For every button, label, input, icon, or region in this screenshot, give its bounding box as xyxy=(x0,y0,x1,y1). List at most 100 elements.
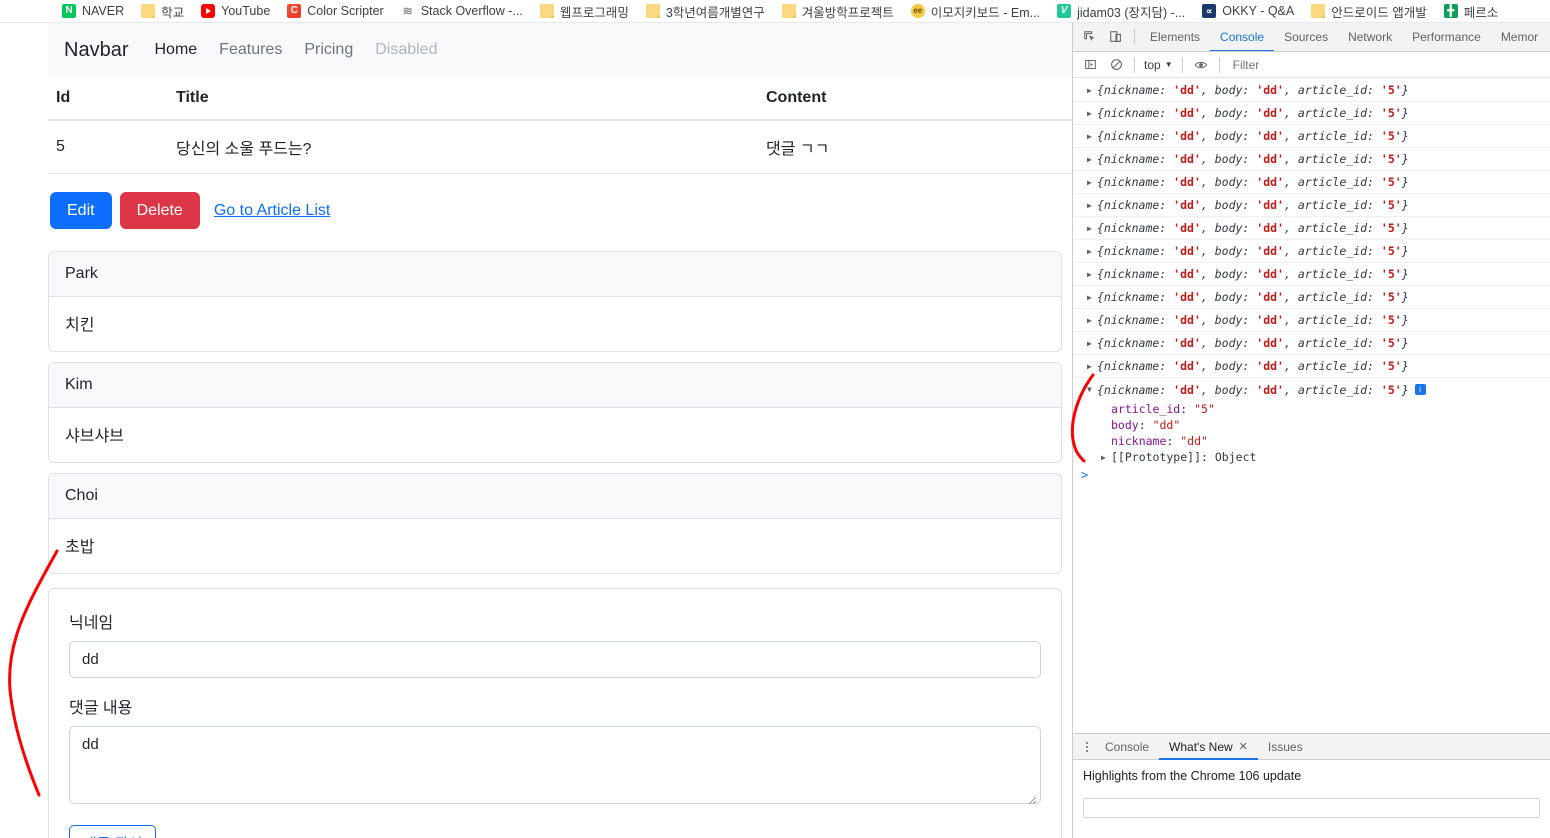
console-sidebar-icon[interactable] xyxy=(1077,52,1103,78)
stack-overflow-icon: ≋ xyxy=(400,4,415,18)
triangle-right-icon[interactable]: ▶ xyxy=(1087,132,1097,141)
bookmark-item-7[interactable]: 겨울방학프로젝트 xyxy=(781,2,894,21)
bookmark-item-8[interactable]: ee 이모지키보드 - Em... xyxy=(910,2,1041,21)
triangle-right-icon[interactable]: ▶ xyxy=(1087,247,1097,256)
cell-content: 댓글 ㄱㄱ xyxy=(758,120,1072,174)
submit-comment-button[interactable]: 댓글 작성 xyxy=(69,825,157,838)
delete-button[interactable]: Delete xyxy=(119,192,200,230)
bookmarks-bar: N NAVER 학교 YouTube C Color Scripter ≋ Stack Ove… xyxy=(0,0,1550,23)
tab-sources[interactable]: Sources xyxy=(1274,23,1338,51)
property-value: "5" xyxy=(1194,402,1215,416)
tab-memory[interactable]: Memor xyxy=(1491,23,1548,51)
bookmark-item-1[interactable]: 학교 xyxy=(141,2,184,21)
close-icon[interactable]: ✕ xyxy=(1239,740,1248,753)
object-prototype-row[interactable]: ▶ [[Prototype]]: Object xyxy=(1073,449,1550,465)
bookmark-item-2[interactable]: YouTube xyxy=(201,4,270,18)
inspect-element-icon[interactable] xyxy=(1077,24,1103,50)
nav-link-features[interactable]: Features xyxy=(219,41,282,59)
bookmark-label: 이모지키보드 - Em... xyxy=(930,5,1041,20)
triangle-down-icon[interactable]: ▼ xyxy=(1087,385,1097,394)
folder-icon xyxy=(645,4,660,18)
bookmark-item-5[interactable]: 웹프로그래밍 xyxy=(539,2,629,21)
prototype-label: [[Prototype]]: Object xyxy=(1111,450,1257,464)
triangle-right-icon[interactable]: ▶ xyxy=(1087,201,1097,210)
drawer-tab-issues[interactable]: Issues xyxy=(1258,734,1313,760)
live-expression-icon[interactable] xyxy=(1188,52,1214,78)
tab-elements[interactable]: Elements xyxy=(1140,23,1210,51)
console-log-row[interactable]: ▶ {nickname: 'dd', body: 'dd', article_id… xyxy=(1073,263,1550,286)
object-property-row: body : "dd" xyxy=(1111,418,1181,432)
drawer-tab-console[interactable]: Console xyxy=(1095,734,1159,760)
console-log-row[interactable]: ▶ {nickname: 'dd', body: 'dd', article_id… xyxy=(1073,102,1550,125)
console-object-preview: {nickname: 'dd', body: 'dd', article_id:… xyxy=(1097,175,1409,189)
triangle-right-icon[interactable]: ▶ xyxy=(1087,155,1097,164)
property-key: article_id xyxy=(1111,402,1181,416)
bookmark-item-10[interactable]: ∝ OKKY - Q&A xyxy=(1202,4,1294,18)
property-key: body xyxy=(1111,418,1139,432)
device-toolbar-icon[interactable] xyxy=(1103,24,1129,50)
triangle-right-icon[interactable]: ▶ xyxy=(1087,109,1097,118)
cell-title: 당신의 소울 푸드는? xyxy=(168,120,758,174)
comment-body-textarea[interactable]: dd xyxy=(69,726,1041,805)
console-log-row[interactable]: ▶ {nickname: 'dd', body: 'dd', article_id… xyxy=(1073,309,1550,332)
object-property-row: nickname : "dd" xyxy=(1111,434,1208,448)
toolbar-divider xyxy=(1181,56,1183,73)
bookmark-item-4[interactable]: ≋ Stack Overflow -... xyxy=(400,4,523,18)
bookmark-item-6[interactable]: 3학년여름개별연구 xyxy=(645,2,765,21)
comment-body: 샤브샤브 xyxy=(65,428,124,446)
whats-new-card[interactable] xyxy=(1083,798,1540,818)
bookmark-item-0[interactable]: N NAVER xyxy=(62,4,124,18)
bookmark-item-12[interactable]: ╋ 페르소 xyxy=(1443,2,1499,21)
console-log-expanded[interactable]: ▼ {nickname: 'dd', body: 'dd', article_i… xyxy=(1073,378,1550,401)
nickname-group: 닉네임 xyxy=(69,609,1041,679)
console-object-preview: {nickname: 'dd', body: 'dd', article_id:… xyxy=(1097,129,1409,143)
console-output[interactable]: ▶ {nickname: 'dd', body: 'dd', article_id… xyxy=(1073,79,1550,733)
triangle-right-icon[interactable]: ▶ xyxy=(1087,293,1097,302)
bookmark-item-11[interactable]: 안드로이드 앱개발 xyxy=(1311,2,1427,21)
console-object-preview: {nickname: 'dd', body: 'dd', article_id:… xyxy=(1097,83,1409,97)
console-log-row[interactable]: ▶ {nickname: 'dd', body: 'dd', article_id… xyxy=(1073,355,1550,378)
console-log-row[interactable]: ▶ {nickname: 'dd', body: 'dd', article_id… xyxy=(1073,286,1550,309)
drawer-tabbar: Console What's New ✕ Issues xyxy=(1073,734,1550,760)
info-badge[interactable]: i xyxy=(1414,384,1426,395)
execution-context-selector[interactable]: top ▼ xyxy=(1140,58,1177,72)
console-log-row[interactable]: ▶ {nickname: 'dd', body: 'dd', article_id… xyxy=(1073,148,1550,171)
nickname-input[interactable] xyxy=(69,641,1041,679)
console-log-row[interactable]: ▶ {nickname: 'dd', body: 'dd', article_id… xyxy=(1073,194,1550,217)
triangle-right-icon[interactable]: ▶ xyxy=(1087,270,1097,279)
go-to-article-list-link[interactable]: Go to Article List xyxy=(214,202,331,220)
console-log-row[interactable]: ▶ {nickname: 'dd', body: 'dd', article_id… xyxy=(1073,79,1550,102)
bookmark-item-3[interactable]: C Color Scripter xyxy=(287,4,384,18)
triangle-right-icon[interactable]: ▶ xyxy=(1087,316,1097,325)
triangle-right-icon[interactable]: ▶ xyxy=(1087,224,1097,233)
nav-link-pricing[interactable]: Pricing xyxy=(304,41,353,59)
triangle-right-icon[interactable]: ▶ xyxy=(1087,339,1097,348)
console-log-row[interactable]: ▶ {nickname: 'dd', body: 'dd', article_id… xyxy=(1073,240,1550,263)
tab-performance[interactable]: Performance xyxy=(1402,23,1491,51)
folder-icon xyxy=(141,4,156,18)
console-prompt[interactable]: > xyxy=(1073,465,1550,485)
bookmark-label: YouTube xyxy=(221,4,271,18)
bookmark-label: 웹프로그래밍 xyxy=(559,5,629,20)
more-options-icon[interactable] xyxy=(1079,741,1095,752)
bookmark-label: 페르소 xyxy=(1463,5,1499,20)
edit-button[interactable]: Edit xyxy=(50,192,112,230)
navbar-brand[interactable]: Navbar xyxy=(64,39,128,62)
console-log-row[interactable]: ▶ {nickname: 'dd', body: 'dd', article_id… xyxy=(1073,332,1550,355)
triangle-right-icon[interactable]: ▶ xyxy=(1087,178,1097,187)
bookmark-item-9[interactable]: Vjidam03 (장지담) -... xyxy=(1057,2,1185,21)
clear-console-icon[interactable] xyxy=(1103,52,1129,78)
console-log-row[interactable]: ▶ {nickname: 'dd', body: 'dd', article_id… xyxy=(1073,171,1550,194)
triangle-right-icon[interactable]: ▶ xyxy=(1087,86,1097,95)
tab-network[interactable]: Network xyxy=(1338,23,1402,51)
console-log-row[interactable]: ▶ {nickname: 'dd', body: 'dd', article_id… xyxy=(1073,217,1550,240)
console-filter-input[interactable] xyxy=(1230,56,1550,73)
triangle-right-icon[interactable]: ▶ xyxy=(1101,453,1111,462)
comment-body: 초밥 xyxy=(65,539,95,557)
cell-id: 5 xyxy=(48,120,168,174)
console-log-row[interactable]: ▶ {nickname: 'dd', body: 'dd', article_id… xyxy=(1073,125,1550,148)
tab-console[interactable]: Console xyxy=(1210,23,1274,51)
triangle-right-icon[interactable]: ▶ xyxy=(1087,362,1097,371)
drawer-tab-whats-new[interactable]: What's New ✕ xyxy=(1159,734,1258,760)
nav-link-home[interactable]: Home xyxy=(154,41,197,59)
